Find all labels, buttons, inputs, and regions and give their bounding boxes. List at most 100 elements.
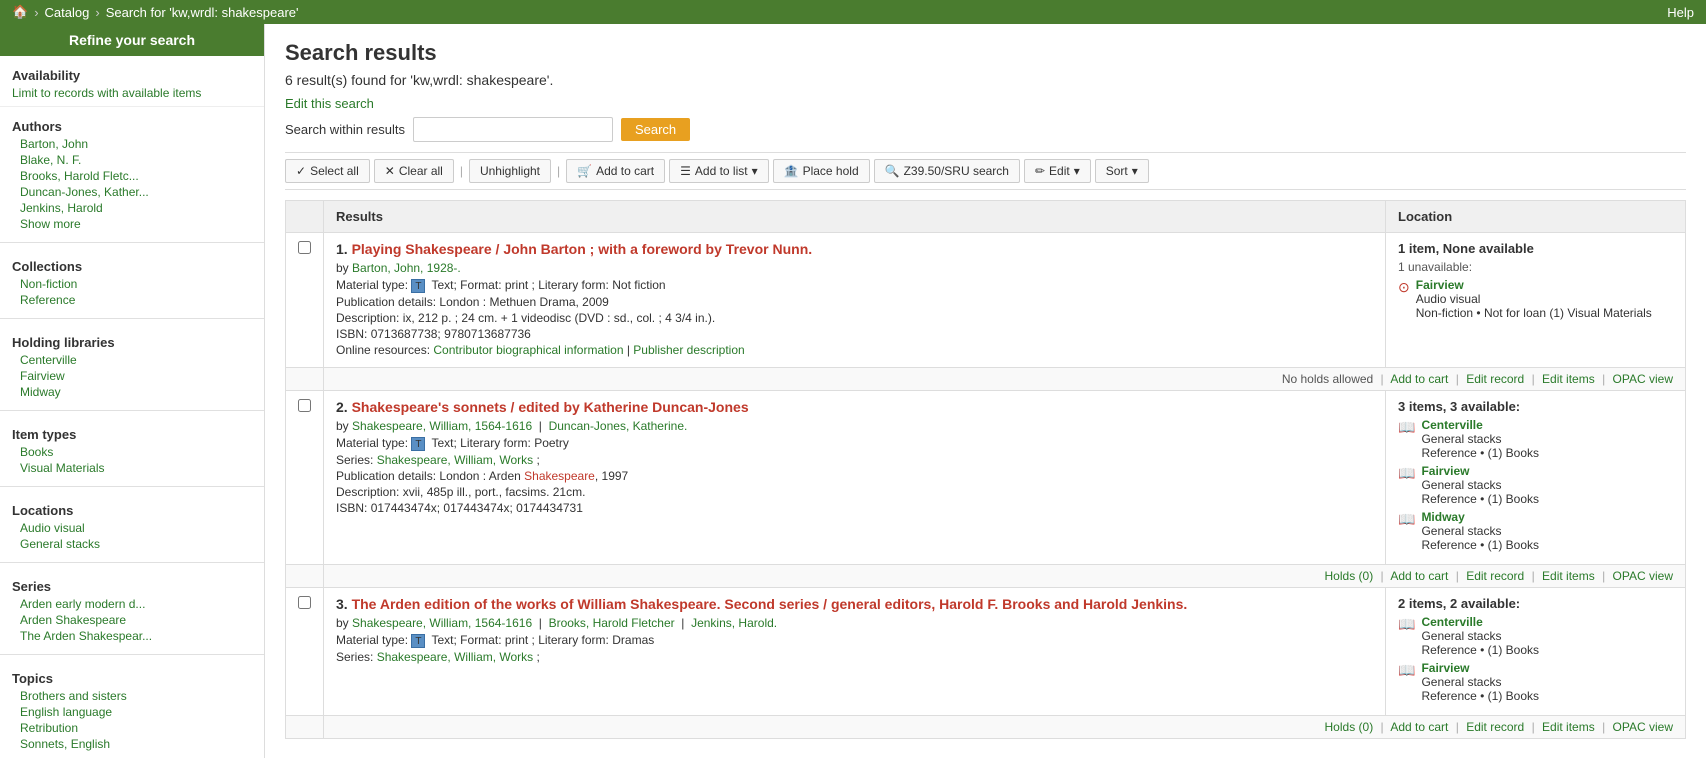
action-bar: ✓ Select all ✕ Clear all | Unhighlight |… bbox=[285, 152, 1686, 190]
location-generalstacks[interactable]: General stacks bbox=[12, 536, 252, 552]
opac-view-link-3[interactable]: OPAC view bbox=[1613, 720, 1673, 734]
location-unavail-1: 1 unavailable: bbox=[1398, 260, 1673, 274]
action-sep: | bbox=[1381, 720, 1384, 734]
location-name-2a[interactable]: Centerville bbox=[1421, 418, 1539, 432]
series-the-arden[interactable]: The Arden Shakespear... bbox=[12, 628, 252, 644]
authors-show-more[interactable]: Show more bbox=[12, 216, 252, 232]
opac-view-link-1[interactable]: OPAC view bbox=[1613, 372, 1673, 386]
add-to-list-button[interactable]: ☰ Add to list ▾ bbox=[669, 159, 769, 183]
clear-all-button[interactable]: ✕ Clear all bbox=[374, 159, 454, 183]
library-midway[interactable]: Midway bbox=[12, 384, 252, 400]
location-name-1[interactable]: Fairview bbox=[1416, 278, 1652, 292]
series-arden-early[interactable]: Arden early modern d... bbox=[12, 596, 252, 612]
series-link-2[interactable]: Shakespeare, William, Works bbox=[377, 453, 534, 467]
author-link-3c[interactable]: Jenkins, Harold. bbox=[691, 616, 777, 630]
location-subloc-3a: General stacks bbox=[1421, 629, 1539, 643]
topic-sonnets-english[interactable]: Sonnets, English bbox=[12, 736, 252, 752]
locations-title: Locations bbox=[12, 503, 252, 518]
collection-nonfiction[interactable]: Non-fiction bbox=[12, 276, 252, 292]
edit-search-link[interactable]: Edit this search bbox=[285, 96, 1686, 111]
author-brooks[interactable]: Brooks, Harold Fletc... bbox=[12, 168, 252, 184]
result-author-1: by Barton, John, 1928-. bbox=[336, 261, 1373, 275]
sort-button[interactable]: Sort ▾ bbox=[1095, 159, 1149, 183]
series-arden-shakespeare[interactable]: Arden Shakespeare bbox=[12, 612, 252, 628]
result-author-2: by Shakespeare, William, 1564-1616 | Dun… bbox=[336, 419, 1373, 433]
edit-record-link-2[interactable]: Edit record bbox=[1466, 569, 1524, 583]
location-name-2c[interactable]: Midway bbox=[1421, 510, 1539, 524]
row-checkbox-1[interactable] bbox=[298, 241, 311, 254]
availability-title: Availability bbox=[12, 68, 252, 83]
search-icon: 🔍 bbox=[885, 164, 900, 178]
author-link-1[interactable]: Barton, John, 1928-. bbox=[352, 261, 461, 275]
result-title-link-1[interactable]: Playing Shakespeare / John Barton ; with… bbox=[352, 241, 813, 257]
sidebar-authors-section: Authors Barton, John Blake, N. F. Brooks… bbox=[0, 107, 264, 238]
author-link-3a[interactable]: Shakespeare, William, 1564-1616 bbox=[352, 616, 532, 630]
series-link-3[interactable]: Shakespeare, William, Works bbox=[377, 650, 534, 664]
result-pub-1: Publication details: London : Methuen Dr… bbox=[336, 295, 1373, 309]
search-within-bar: Search within results Search bbox=[285, 117, 1686, 142]
opac-view-link-2[interactable]: OPAC view bbox=[1613, 569, 1673, 583]
location-info-2c: Reference • (1) Books bbox=[1421, 538, 1539, 552]
home-icon[interactable]: 🏠 bbox=[12, 4, 28, 20]
location-name-3a[interactable]: Centerville bbox=[1421, 615, 1539, 629]
row-checkbox-3[interactable] bbox=[298, 596, 311, 609]
place-hold-button[interactable]: 🏦 Place hold bbox=[773, 159, 870, 183]
z3950-button[interactable]: 🔍 Z39.50/SRU search bbox=[874, 159, 1020, 183]
edit-caret: ▾ bbox=[1074, 164, 1080, 178]
result-title-1: 1. Playing Shakespeare / John Barton ; w… bbox=[336, 241, 1373, 257]
edit-items-link-2[interactable]: Edit items bbox=[1542, 569, 1595, 583]
unhighlight-button[interactable]: Unhighlight bbox=[469, 159, 551, 183]
book-icon-2c: 📖 bbox=[1398, 511, 1415, 528]
row-checkbox-2[interactable] bbox=[298, 399, 311, 412]
edit-record-link-1[interactable]: Edit record bbox=[1466, 372, 1524, 386]
location-name-3b[interactable]: Fairview bbox=[1421, 661, 1539, 675]
breadcrumb-catalog[interactable]: Catalog bbox=[45, 5, 90, 20]
holds-link-3[interactable]: Holds (0) bbox=[1325, 720, 1374, 734]
result-online-1: Online resources: Contributor biographic… bbox=[336, 343, 1373, 357]
availability-link[interactable]: Limit to records with available items bbox=[12, 86, 201, 100]
action-sep: | bbox=[1532, 720, 1535, 734]
row-checkbox-cell-2 bbox=[286, 390, 324, 564]
author-duncanjones[interactable]: Duncan-Jones, Kather... bbox=[12, 184, 252, 200]
publisher-desc-link[interactable]: Publisher description bbox=[633, 343, 744, 357]
author-link-2b[interactable]: Duncan-Jones, Katherine. bbox=[549, 419, 688, 433]
pub-details-1: London : Methuen Drama, 2009 bbox=[439, 295, 608, 309]
add-to-cart-link-1[interactable]: Add to cart bbox=[1390, 372, 1448, 386]
edit-button[interactable]: ✏ Edit ▾ bbox=[1024, 159, 1091, 183]
list-icon: ☰ bbox=[680, 164, 691, 178]
edit-items-link-3[interactable]: Edit items bbox=[1542, 720, 1595, 734]
contributor-bio-link[interactable]: Contributor biographical information bbox=[433, 343, 623, 357]
select-all-button[interactable]: ✓ Select all bbox=[285, 159, 370, 183]
add-to-cart-link-2[interactable]: Add to cart bbox=[1390, 569, 1448, 583]
location-audiovisual[interactable]: Audio visual bbox=[12, 520, 252, 536]
collection-reference[interactable]: Reference bbox=[12, 292, 252, 308]
itemtype-visual[interactable]: Visual Materials bbox=[12, 460, 252, 476]
author-jenkins[interactable]: Jenkins, Harold bbox=[12, 200, 252, 216]
author-link-3b[interactable]: Brooks, Harold Fletcher bbox=[549, 616, 675, 630]
material-type-label-1: Text bbox=[432, 278, 454, 292]
help-link[interactable]: Help bbox=[1667, 5, 1694, 20]
edit-record-link-3[interactable]: Edit record bbox=[1466, 720, 1524, 734]
search-within-button[interactable]: Search bbox=[621, 118, 690, 141]
result-details-2: 2. Shakespeare's sonnets / edited by Kat… bbox=[324, 390, 1386, 564]
result-title-link-2[interactable]: Shakespeare's sonnets / edited by Kather… bbox=[352, 399, 749, 415]
add-to-cart-link-3[interactable]: Add to cart bbox=[1390, 720, 1448, 734]
author-blake[interactable]: Blake, N. F. bbox=[12, 152, 252, 168]
author-link-2a[interactable]: Shakespeare, William, 1564-1616 bbox=[352, 419, 532, 433]
topic-brothers-sisters[interactable]: Brothers and sisters bbox=[12, 688, 252, 704]
search-within-input[interactable] bbox=[413, 117, 613, 142]
library-centerville[interactable]: Centerville bbox=[12, 352, 252, 368]
itemtype-books[interactable]: Books bbox=[12, 444, 252, 460]
add-to-cart-button[interactable]: 🛒 Add to cart bbox=[566, 159, 665, 183]
topic-retribution[interactable]: Retribution bbox=[12, 720, 252, 736]
topic-english-language[interactable]: English language bbox=[12, 704, 252, 720]
edit-items-link-1[interactable]: Edit items bbox=[1542, 372, 1595, 386]
title-highlight-3: Shakespeare. bbox=[630, 596, 720, 612]
author-barton[interactable]: Barton, John bbox=[12, 136, 252, 152]
location-name-2b[interactable]: Fairview bbox=[1421, 464, 1539, 478]
shakespeare-highlight-2: Shakespeare bbox=[524, 469, 595, 483]
library-fairview[interactable]: Fairview bbox=[12, 368, 252, 384]
result-title-link-3[interactable]: The Arden edition of the works of Willia… bbox=[352, 596, 1188, 612]
holds-link-2[interactable]: Holds (0) bbox=[1325, 569, 1374, 583]
result-title-2: 2. Shakespeare's sonnets / edited by Kat… bbox=[336, 399, 1373, 415]
